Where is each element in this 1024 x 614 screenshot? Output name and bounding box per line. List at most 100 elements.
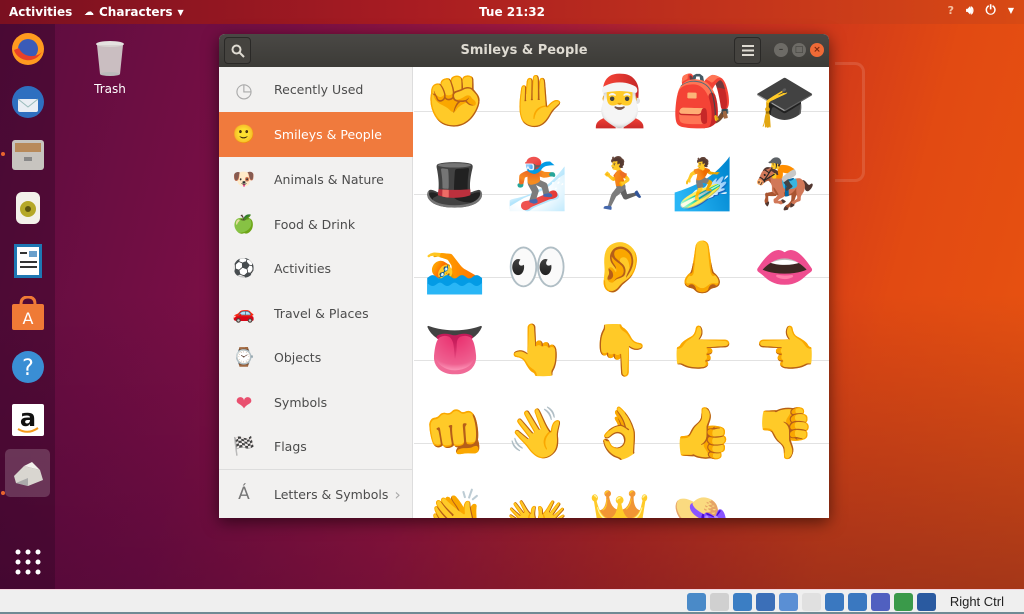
hard-disk-icon[interactable] bbox=[687, 593, 706, 611]
minimize-button[interactable]: – bbox=[774, 43, 788, 57]
dock-thunderbird[interactable] bbox=[5, 79, 50, 124]
amazon-icon: a bbox=[11, 403, 44, 436]
maximize-icon: □ bbox=[794, 44, 804, 55]
emoji-cell[interactable]: 👒 bbox=[667, 484, 739, 518]
emoji-cell[interactable]: 👂 bbox=[584, 235, 656, 299]
guest-additions-icon[interactable] bbox=[894, 593, 913, 611]
dock-ubuntu-software[interactable]: A bbox=[5, 291, 50, 336]
close-button[interactable]: × bbox=[810, 43, 824, 57]
category-travel-places[interactable]: 🚗 Travel & Places bbox=[219, 291, 413, 336]
emoji-cell[interactable]: 👌 bbox=[584, 401, 656, 465]
emoji-cell[interactable]: 👏 bbox=[419, 484, 491, 518]
vm-status-icons bbox=[687, 593, 936, 611]
emoji-cell[interactable]: 🎩 bbox=[419, 152, 491, 216]
network-icon[interactable] bbox=[756, 593, 775, 611]
emoji-cell[interactable]: 👅 bbox=[419, 318, 491, 382]
category-smileys-people[interactable]: 🙂 Smileys & People bbox=[219, 112, 413, 157]
trash-label: Trash bbox=[94, 82, 126, 96]
close-icon: × bbox=[813, 44, 821, 55]
category-objects[interactable]: ⌚ Objects bbox=[219, 335, 413, 380]
menu-button[interactable] bbox=[734, 37, 761, 64]
emoji-cell[interactable]: ✊ bbox=[419, 69, 491, 133]
category-label: Animals & Nature bbox=[274, 172, 384, 187]
category-symbols[interactable]: ❤ Symbols bbox=[219, 380, 413, 425]
volume-icon[interactable]: 🔊︎ bbox=[966, 3, 974, 18]
emoji-cell[interactable]: 👐 bbox=[502, 484, 574, 518]
emoji-cell[interactable]: 👎 bbox=[749, 401, 821, 465]
system-tray[interactable]: ? 🔊︎ ⏻ ▼ bbox=[948, 3, 1014, 18]
emoji-cell[interactable]: 👊 bbox=[419, 401, 491, 465]
emoji-cell[interactable]: 🎅 bbox=[584, 69, 656, 133]
writer-icon bbox=[13, 243, 42, 278]
characters-window: Smileys & People – □ × ◷ Recently Used 🙂… bbox=[219, 34, 829, 518]
category-letters-symbols[interactable]: Á Letters & Symbols › bbox=[219, 472, 413, 517]
emoji-cell[interactable]: 🏄 bbox=[667, 152, 739, 216]
sidebar-divider bbox=[219, 469, 413, 470]
apple-icon: 🍏 bbox=[232, 213, 256, 235]
category-food-drink[interactable]: 🍏 Food & Drink bbox=[219, 202, 413, 247]
cpu-icon[interactable] bbox=[871, 593, 890, 611]
screen-capture-icon[interactable] bbox=[848, 593, 867, 611]
rhythmbox-icon bbox=[15, 191, 40, 224]
dock-amazon[interactable]: a bbox=[5, 397, 50, 442]
thunderbird-icon bbox=[11, 85, 44, 118]
show-applications-button[interactable] bbox=[5, 539, 50, 584]
maximize-button[interactable]: □ bbox=[792, 43, 806, 57]
shared-folders-icon[interactable] bbox=[802, 593, 821, 611]
download-icon[interactable] bbox=[917, 593, 936, 611]
title-bar[interactable]: Smileys & People – □ × bbox=[219, 34, 829, 67]
category-recently-used[interactable]: ◷ Recently Used bbox=[219, 67, 413, 112]
category-activities[interactable]: ⚽ Activities bbox=[219, 246, 413, 291]
dock-rhythmbox[interactable] bbox=[5, 185, 50, 230]
category-flags[interactable]: 🏁 Flags bbox=[219, 424, 413, 469]
category-animals-nature[interactable]: 🐶 Animals & Nature bbox=[219, 157, 413, 202]
dock-files[interactable] bbox=[5, 132, 50, 177]
vm-status-bar: Right Ctrl bbox=[0, 589, 1024, 614]
emoji-cell[interactable]: 👃 bbox=[667, 235, 739, 299]
emoji-cell[interactable]: 👆 bbox=[502, 318, 574, 382]
characters-icon bbox=[13, 462, 43, 486]
activities-button[interactable]: Activities bbox=[9, 5, 72, 19]
emoji-cell[interactable]: 👄 bbox=[749, 235, 821, 299]
dog-icon: 🐶 bbox=[232, 168, 256, 190]
app-menu[interactable]: ☁ Characters ▼ bbox=[84, 5, 184, 19]
dock-libreoffice-writer[interactable] bbox=[5, 238, 50, 283]
optical-drive-icon[interactable] bbox=[710, 593, 729, 611]
emoji-cell[interactable]: 🏇 bbox=[749, 152, 821, 216]
characters-app-icon: ☁ bbox=[84, 6, 94, 18]
emoji-cell[interactable]: ✋ bbox=[502, 69, 574, 133]
display-icon[interactable] bbox=[825, 593, 844, 611]
emoji-cell[interactable]: 🏊 bbox=[419, 235, 491, 299]
emoji-cell[interactable]: 🏂 bbox=[502, 152, 574, 216]
firefox-icon bbox=[11, 32, 44, 65]
emoji-grid: ✊ ✋ 🎅 🎒 🎓 🎩 🏂 🏃 🏄 🏇 🏊 👀 👂 👃 👄 👅 👆 👇 👉 👈 👊 👋 👌 👍 👎 👏 👐 👑 👒 bbox=[414, 67, 829, 518]
grid-icon bbox=[15, 549, 40, 574]
power-icon[interactable]: ⏻ bbox=[986, 3, 996, 18]
dock-characters[interactable] bbox=[5, 449, 50, 497]
audio-icon[interactable] bbox=[733, 593, 752, 611]
chevron-down-icon: ▼ bbox=[177, 7, 184, 17]
emoji-cell[interactable]: 👀 bbox=[502, 235, 574, 299]
emoji-cell[interactable]: 👍 bbox=[667, 401, 739, 465]
clock[interactable]: Tue 21:32 bbox=[479, 5, 545, 19]
emoji-cell[interactable]: 👉 bbox=[667, 318, 739, 382]
dock-firefox[interactable] bbox=[5, 26, 50, 71]
emoji-cell[interactable]: 👈 bbox=[749, 318, 821, 382]
emoji-cell[interactable]: 👇 bbox=[584, 318, 656, 382]
chevron-down-icon[interactable]: ▼ bbox=[1008, 6, 1014, 15]
accessibility-icon[interactable]: ? bbox=[948, 4, 954, 17]
category-label: Food & Drink bbox=[274, 217, 356, 232]
emoji-cell[interactable]: 🎓 bbox=[749, 69, 821, 133]
hamburger-menu-icon bbox=[741, 45, 754, 56]
emoji-cell[interactable]: 🎒 bbox=[667, 69, 739, 133]
trash-icon bbox=[96, 41, 124, 76]
emoji-cell[interactable]: 👋 bbox=[502, 401, 574, 465]
emoji-cell[interactable]: 👑 bbox=[584, 484, 656, 518]
desktop-trash[interactable]: Trash bbox=[85, 40, 135, 96]
dock-help[interactable]: ? bbox=[5, 344, 50, 389]
emoji-cell[interactable]: 🏃 bbox=[584, 152, 656, 216]
category-label: Objects bbox=[274, 350, 322, 365]
watch-icon: ⌚ bbox=[232, 346, 256, 368]
letter-a-acute-icon: Á bbox=[238, 484, 250, 504]
usb-icon[interactable] bbox=[779, 593, 798, 611]
